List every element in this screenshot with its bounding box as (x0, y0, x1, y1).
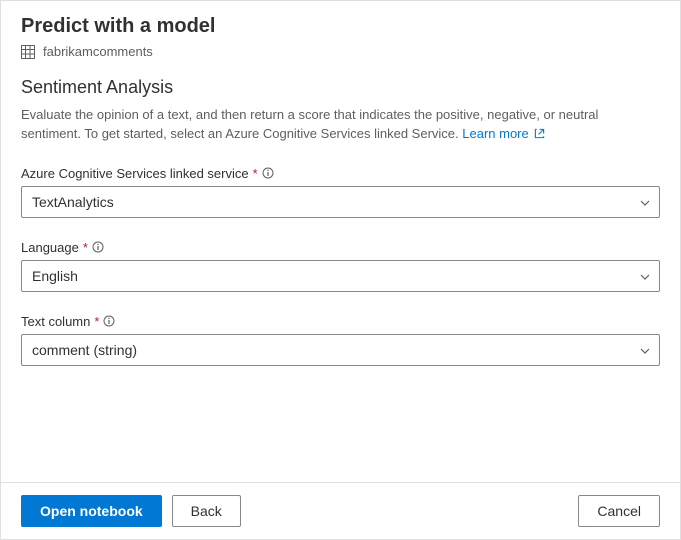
chevron-down-icon (639, 196, 651, 208)
required-asterisk: * (83, 240, 88, 255)
section-title: Sentiment Analysis (21, 77, 660, 98)
required-asterisk: * (94, 314, 99, 329)
predict-panel: Predict with a model fabrikamcomments Se… (0, 0, 681, 540)
open-notebook-button[interactable]: Open notebook (21, 495, 162, 527)
learn-more-link[interactable]: Learn more (462, 126, 545, 141)
linked-service-label: Azure Cognitive Services linked service (21, 166, 249, 181)
info-icon[interactable] (92, 241, 104, 253)
field-language: Language * English (21, 240, 660, 292)
section-description: Evaluate the opinion of a text, and then… (21, 106, 660, 144)
info-icon[interactable] (262, 167, 274, 179)
external-link-icon (534, 126, 545, 137)
table-icon (21, 45, 35, 59)
linked-service-label-row: Azure Cognitive Services linked service … (21, 166, 660, 181)
language-label-row: Language * (21, 240, 660, 255)
language-label: Language (21, 240, 79, 255)
dataset-name: fabrikamcomments (43, 44, 153, 59)
linked-service-value: TextAnalytics (32, 194, 114, 210)
learn-more-text: Learn more (462, 126, 528, 141)
text-column-label: Text column (21, 314, 90, 329)
linked-service-select[interactable]: TextAnalytics (21, 186, 660, 218)
chevron-down-icon (639, 270, 651, 282)
field-linked-service: Azure Cognitive Services linked service … (21, 166, 660, 218)
text-column-value: comment (string) (32, 342, 137, 358)
page-title: Predict with a model (21, 15, 660, 38)
field-text-column: Text column * comment (string) (21, 314, 660, 366)
back-button[interactable]: Back (172, 495, 241, 527)
language-select[interactable]: English (21, 260, 660, 292)
required-asterisk: * (253, 166, 258, 181)
info-icon[interactable] (103, 315, 115, 327)
chevron-down-icon (639, 344, 651, 356)
text-column-select[interactable]: comment (string) (21, 334, 660, 366)
language-value: English (32, 268, 78, 284)
text-column-label-row: Text column * (21, 314, 660, 329)
cancel-button[interactable]: Cancel (578, 495, 660, 527)
dataset-row: fabrikamcomments (21, 44, 660, 59)
panel-content: Predict with a model fabrikamcomments Se… (1, 1, 680, 482)
footer: Open notebook Back Cancel (1, 482, 680, 539)
